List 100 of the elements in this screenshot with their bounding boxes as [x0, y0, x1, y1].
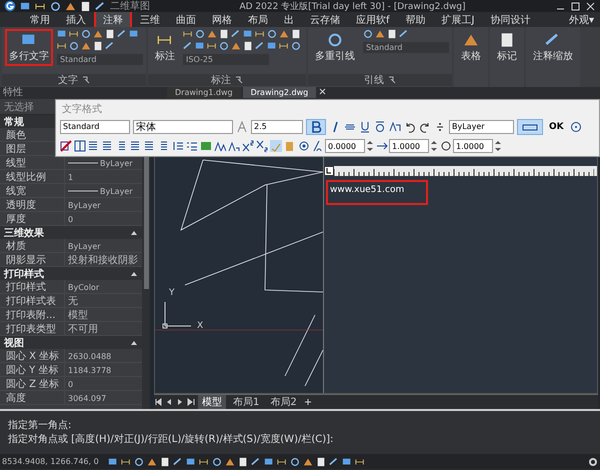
- layout-tab[interactable]: 模型: [198, 395, 226, 409]
- status-toggle-icon[interactable]: [264, 456, 274, 466]
- status-toggle-icon[interactable]: [120, 456, 131, 466]
- panel-launcher-icon[interactable]: [82, 76, 90, 84]
- document-tab[interactable]: Drawing1.dwg: [167, 87, 241, 98]
- ribbon-tab[interactable]: 云存储: [302, 12, 348, 28]
- ribbon-tab[interactable]: 曲面: [168, 12, 204, 28]
- oblique-angle-icon[interactable]: [312, 140, 324, 152]
- status-toggle-icon[interactable]: [198, 456, 209, 466]
- superscript-icon[interactable]: [242, 140, 254, 152]
- subscript-icon[interactable]: [256, 140, 268, 152]
- collapse-icon[interactable]: [130, 270, 138, 278]
- section-header-bar[interactable]: 三维效果: [0, 226, 142, 239]
- tool-icon[interactable]: [57, 41, 67, 51]
- style-dropdown[interactable]: Standard: [57, 54, 143, 65]
- text-style-dropdown[interactable]: Standard: [60, 120, 130, 134]
- app-logo-icon[interactable]: [4, 0, 16, 12]
- text-height-dropdown[interactable]: 2.5: [251, 120, 303, 134]
- status-toggle-icon[interactable]: [224, 456, 235, 466]
- status-toggle-icon[interactable]: [172, 456, 183, 466]
- toolbar-icon[interactable]: [80, 0, 91, 12]
- ribbon-tab[interactable]: 布局: [240, 12, 276, 28]
- status-toggle-icon[interactable]: [238, 456, 248, 466]
- toolbar-icon[interactable]: [50, 0, 61, 12]
- tool-icon[interactable]: [183, 29, 193, 39]
- section-header-bar[interactable]: 视图: [0, 336, 142, 349]
- insert-field-icon[interactable]: [200, 140, 212, 152]
- ribbon-large-button[interactable]: 表格: [457, 29, 485, 66]
- section-header-bar[interactable]: 打印样式: [0, 267, 142, 280]
- line-spacing-icon[interactable]: [172, 140, 184, 152]
- settings-icon[interactable]: [588, 456, 598, 466]
- spinner-arrows-icon[interactable]: [366, 140, 374, 152]
- numbering-icon[interactable]: [186, 140, 198, 152]
- ribbon-tab[interactable]: 帮助: [398, 12, 434, 28]
- text-color-icon[interactable]: [60, 140, 72, 152]
- status-toggle-icon[interactable]: [212, 456, 222, 466]
- document-tab[interactable]: Drawing2.dwg: [242, 87, 316, 98]
- bold-toggle[interactable]: [306, 118, 326, 135]
- ribbon-tab[interactable]: 常用: [22, 12, 58, 28]
- ribbon-large-button[interactable]: 多重引线: [311, 29, 359, 66]
- font-style-icon[interactable]: [389, 120, 401, 133]
- spinner-arrows-icon[interactable]: [430, 140, 438, 152]
- oblique-angle-field[interactable]: 0.0000: [325, 139, 365, 154]
- ribbon-tab[interactable]: 扩展工J: [434, 12, 482, 28]
- columns-icon[interactable]: [74, 140, 86, 152]
- status-toggle-icon[interactable]: [134, 456, 144, 466]
- options-icon[interactable]: [570, 120, 582, 133]
- status-toggle-icon[interactable]: [316, 456, 326, 466]
- tracking-field[interactable]: 1.0000: [389, 139, 429, 154]
- ribbon-tab[interactable]: 网格: [204, 12, 240, 28]
- navigation-arrow-icon[interactable]: [154, 398, 162, 406]
- navigation-arrow-icon[interactable]: [187, 398, 195, 406]
- toolbar-icon[interactable]: [20, 0, 31, 12]
- ribbon-tab[interactable]: 插入: [58, 12, 94, 28]
- status-toggle-icon[interactable]: [354, 456, 365, 466]
- justification-icon[interactable]: [88, 140, 100, 152]
- style-dropdown[interactable]: ISO-25: [183, 54, 269, 65]
- status-toggle-icon[interactable]: [108, 456, 118, 466]
- panel-launcher-icon[interactable]: [388, 76, 396, 84]
- ribbon-large-button[interactable]: 注释缩放: [529, 29, 577, 66]
- uppercase-icon[interactable]: [214, 140, 226, 152]
- layout-tab[interactable]: 布局2: [266, 395, 301, 409]
- underline-icon[interactable]: [359, 120, 371, 133]
- font-dropdown[interactable]: 宋体: [133, 120, 233, 134]
- lowercase-icon[interactable]: [228, 140, 240, 152]
- distribute-icon[interactable]: [158, 140, 170, 152]
- toolbar-icon[interactable]: [95, 0, 106, 12]
- appearance-menu[interactable]: 外观▾: [562, 12, 600, 26]
- workspace-name[interactable]: 二维草图: [110, 0, 150, 12]
- ok-button[interactable]: OK: [546, 122, 567, 132]
- status-toggle-icon[interactable]: [250, 456, 261, 466]
- status-toggle-icon[interactable]: [186, 456, 196, 466]
- color-dropdown[interactable]: ByLayer: [449, 120, 514, 134]
- maximize-icon[interactable]: [570, 0, 581, 12]
- collapse-icon[interactable]: [130, 338, 138, 346]
- ribbon-tab[interactable]: 三维: [132, 12, 168, 28]
- ribbon-tab[interactable]: 出: [276, 12, 302, 28]
- ribbon-tab[interactable]: 协同设计: [482, 12, 538, 28]
- justify-icon[interactable]: [144, 140, 156, 152]
- redo-icon[interactable]: [419, 120, 431, 133]
- stack-fraction-icon[interactable]: [434, 120, 446, 133]
- undo-icon[interactable]: [404, 120, 416, 133]
- status-toggle-icon[interactable]: [146, 456, 157, 466]
- style-dropdown[interactable]: Standard: [363, 42, 449, 53]
- bold-icon[interactable]: [310, 120, 322, 133]
- collapse-icon[interactable]: [130, 228, 138, 236]
- layout-tab[interactable]: 布局1: [229, 395, 264, 409]
- spell-check-icon[interactable]: [270, 140, 282, 152]
- add-icon[interactable]: [304, 398, 312, 406]
- ruler-toggle[interactable]: [517, 118, 543, 135]
- ruler[interactable]: [324, 166, 597, 176]
- align-center-icon[interactable]: [116, 140, 128, 152]
- status-toggle-icon[interactable]: [342, 456, 352, 466]
- ribbon-large-button[interactable]: 标记: [493, 29, 521, 66]
- tool-icon[interactable]: [255, 29, 265, 39]
- tool-icon[interactable]: [69, 29, 79, 39]
- status-toggle-icon[interactable]: [276, 456, 287, 466]
- close-icon[interactable]: [585, 0, 596, 12]
- status-toggle-icon[interactable]: [302, 456, 313, 466]
- tool-icon[interactable]: [279, 41, 289, 51]
